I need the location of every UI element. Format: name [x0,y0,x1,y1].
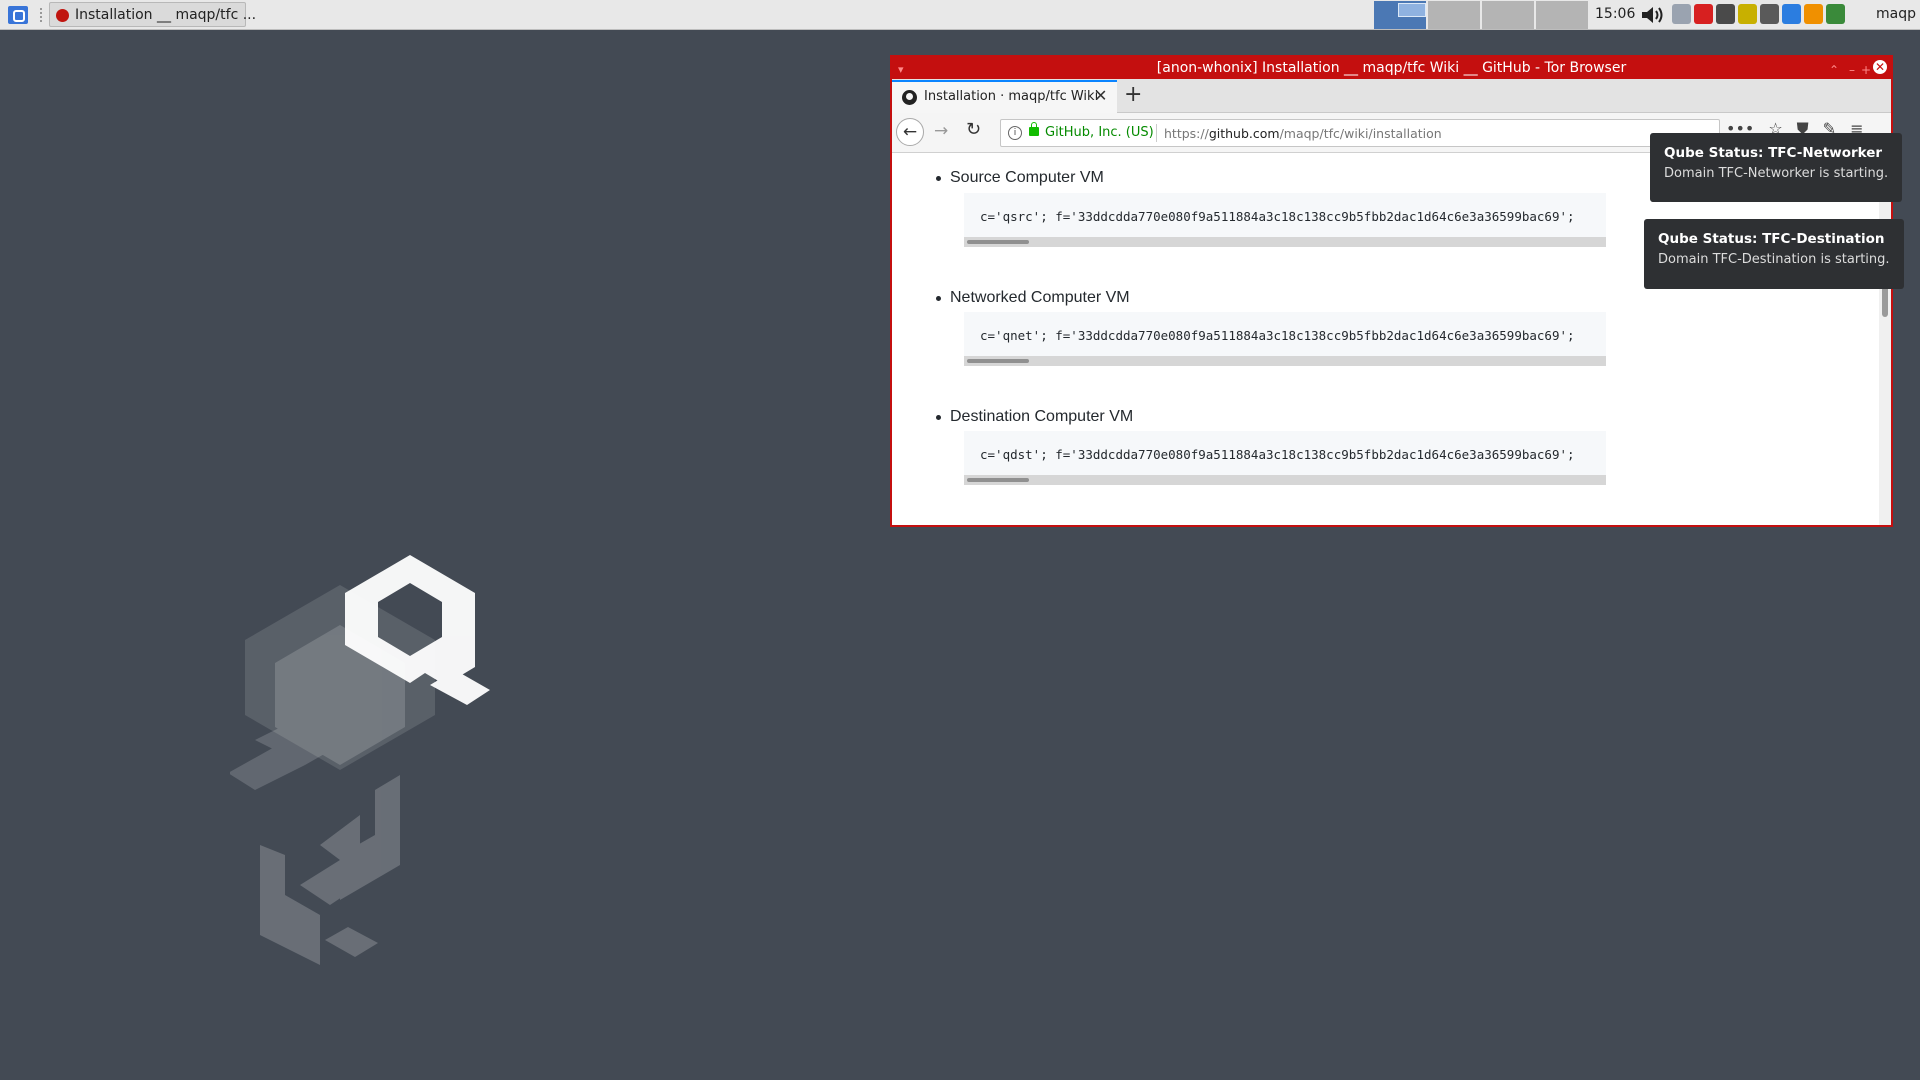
qubes-menu-button[interactable] [8,6,28,24]
section-heading-networked: Networked Computer VM [936,289,1130,306]
close-tab-icon[interactable]: ✕ [1094,86,1107,105]
scrollbar-thumb[interactable] [967,478,1029,482]
network-tray-icon[interactable] [1672,4,1691,24]
workspace-pager[interactable] [1374,1,1588,29]
scrollbar-thumb[interactable] [967,359,1029,363]
code-block-destination[interactable]: c='qdst'; f='33ddcdda770e080f9a511884a3c… [964,431,1606,485]
minimize-icon[interactable]: ⌃ [1829,59,1839,81]
user-name[interactable]: maqp [1876,6,1916,22]
url-path: /maqp/tfc/wiki/installation [1279,126,1442,141]
tab-label: Installation · maqp/tfc Wiki [924,89,1099,104]
tor-browser-window: ▾ [anon-whonix] Installation __ maqp/tfc… [890,55,1893,527]
battery-tray-icon[interactable] [1826,4,1845,24]
notification-tfc-networker[interactable]: Qube Status: TFC-Networker Domain TFC-Ne… [1650,133,1902,202]
new-tab-button[interactable]: + [1124,82,1142,108]
qubes-logo [230,555,490,965]
taskbar-window-button[interactable]: Installation __ maqp/tfc ... [49,2,256,27]
page-content: Source Computer VM c='qsrc'; f='33ddcdda… [892,153,1891,525]
workspace-1[interactable] [1374,1,1426,29]
notification-tfc-destination[interactable]: Qube Status: TFC-Destination Domain TFC-… [1644,219,1904,289]
panel-separator [40,8,44,22]
code-text[interactable]: c='qnet'; f='33ddcdda770e080f9a511884a3c… [980,328,1575,343]
horizontal-scrollbar[interactable] [964,475,1606,485]
window-title: [anon-whonix] Installation __ maqp/tfc W… [1156,60,1627,76]
disk-tray-icon[interactable] [1738,4,1757,24]
url-bar[interactable]: i GitHub, Inc. (US) https://github.com/m… [1000,119,1720,147]
notification-body: Domain TFC-Networker is starting. [1664,166,1889,181]
tab-strip: Installation · maqp/tfc Wiki ✕ + [892,79,1891,113]
updates-tray-icon[interactable] [1804,4,1823,24]
section-heading-destination: Destination Computer VM [935,408,1134,425]
url-divider [1156,124,1157,142]
code-text[interactable]: c='qdst'; f='33ddcdda770e080f9a511884a3c… [980,447,1575,462]
qube-manager-tray-icon[interactable] [1760,4,1779,24]
devices-tray-icon[interactable] [1694,4,1713,24]
url-host: github.com [1208,126,1280,141]
horizontal-scrollbar[interactable] [964,356,1606,366]
window-menu-icon[interactable]: ▾ [898,59,904,81]
workspace-2[interactable] [1428,1,1480,29]
system-tray [1672,4,1845,24]
workspace-3[interactable] [1482,1,1534,29]
clock[interactable]: 15:06 [1595,6,1635,22]
qubes-domains-tray-icon[interactable] [1782,4,1801,24]
url-scheme: https:// [1164,126,1209,141]
maximize-icon[interactable]: + [1861,59,1871,81]
vertical-scrollbar[interactable] [1879,153,1891,525]
code-block-networked[interactable]: c='qnet'; f='33ddcdda770e080f9a511884a3c… [964,312,1606,366]
taskbar-window-label: Installation __ maqp/tfc ... [75,7,257,23]
url-text[interactable]: https://github.com/maqp/tfc/wiki/install… [1164,126,1442,141]
reload-button[interactable]: ↻ [966,119,981,140]
notification-title: Qube Status: TFC-Networker [1664,145,1883,161]
info-icon[interactable]: i [1008,126,1022,140]
horizontal-scrollbar[interactable] [964,237,1606,247]
notification-body: Domain TFC-Destination is starting. [1658,252,1890,267]
close-window-icon[interactable]: ✕ [1873,60,1887,74]
tor-browser-icon [56,9,69,22]
volume-icon[interactable] [1640,4,1664,26]
code-text[interactable]: c='qsrc'; f='33ddcdda770e080f9a511884a3c… [980,209,1575,224]
lock-icon [1029,122,1039,136]
top-panel: Installation __ maqp/tfc ... 15:06 maqp [0,0,1920,30]
section-heading-source: Source Computer VM [936,169,1104,186]
shade-icon[interactable]: – [1849,59,1855,81]
tab-installation[interactable]: Installation · maqp/tfc Wiki ✕ [892,80,1117,113]
back-button[interactable]: ← [896,118,924,146]
forward-button[interactable]: → [934,121,948,141]
clipboard-tray-icon[interactable] [1716,4,1735,24]
code-block-source[interactable]: c='qsrc'; f='33ddcdda770e080f9a511884a3c… [964,193,1606,247]
window-titlebar[interactable]: ▾ [anon-whonix] Installation __ maqp/tfc… [892,57,1891,79]
site-identity-label[interactable]: GitHub, Inc. (US) [1045,125,1154,140]
github-favicon-icon [902,90,917,105]
workspace-4[interactable] [1536,1,1588,29]
notification-title: Qube Status: TFC-Destination [1658,231,1885,247]
scrollbar-thumb[interactable] [967,240,1029,244]
